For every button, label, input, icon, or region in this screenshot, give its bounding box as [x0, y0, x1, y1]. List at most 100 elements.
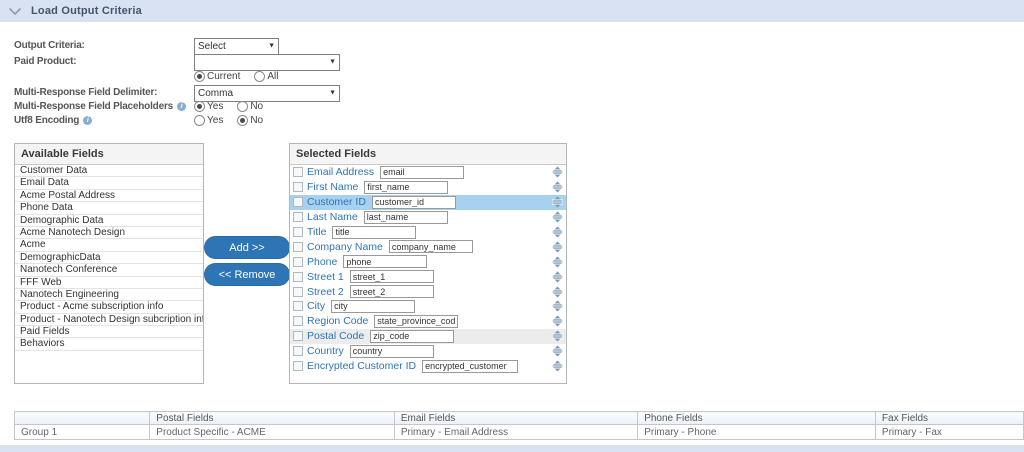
- reorder-diamond-icon[interactable]: [552, 227, 563, 238]
- field-checkbox[interactable]: [293, 227, 303, 237]
- radio-all[interactable]: [254, 71, 265, 82]
- available-field-item[interactable]: Acme Postal Address: [15, 190, 203, 202]
- available-field-item[interactable]: Acme: [15, 239, 203, 251]
- field-label[interactable]: Email Address: [307, 166, 374, 178]
- selected-field-row[interactable]: Email Address: [290, 165, 566, 180]
- reorder-diamond-icon[interactable]: [552, 212, 563, 223]
- field-output-name-input[interactable]: [364, 211, 448, 224]
- selected-field-row[interactable]: Company Name: [290, 239, 566, 254]
- reorder-diamond-icon[interactable]: [552, 182, 563, 193]
- field-label[interactable]: Customer ID: [307, 196, 366, 208]
- selected-field-row[interactable]: Title: [290, 225, 566, 240]
- field-label[interactable]: Country: [307, 345, 344, 357]
- radio-option-yes[interactable]: Yes: [194, 101, 223, 112]
- add-button[interactable]: Add >>: [204, 236, 290, 259]
- radio-option-yes[interactable]: Yes: [194, 115, 223, 126]
- field-output-name-input[interactable]: [332, 226, 416, 239]
- reorder-diamond-icon[interactable]: [552, 167, 563, 178]
- available-field-item[interactable]: Product - Nanotech Design subcription in…: [15, 314, 203, 326]
- field-label[interactable]: Title: [307, 226, 326, 238]
- field-label[interactable]: Encrypted Customer ID: [307, 360, 416, 372]
- field-label[interactable]: Region Code: [307, 315, 368, 327]
- reorder-diamond-icon[interactable]: [552, 271, 563, 282]
- radio-current[interactable]: [194, 71, 205, 82]
- available-field-item[interactable]: Acme Nanotech Design: [15, 227, 203, 239]
- available-field-item[interactable]: Product - Acme subscription info: [15, 301, 203, 313]
- field-checkbox[interactable]: [293, 257, 303, 267]
- info-icon[interactable]: i: [177, 102, 186, 111]
- field-output-name-input[interactable]: [343, 255, 427, 268]
- selected-field-row[interactable]: Street 2: [290, 284, 566, 299]
- available-field-item[interactable]: FFF Web: [15, 277, 203, 289]
- available-field-item[interactable]: Behaviors: [15, 338, 203, 350]
- field-checkbox[interactable]: [293, 346, 303, 356]
- field-output-name-input[interactable]: [364, 181, 448, 194]
- field-label[interactable]: Street 1: [307, 271, 344, 283]
- field-checkbox[interactable]: [293, 197, 303, 207]
- available-field-item[interactable]: Customer Data: [15, 165, 203, 177]
- reorder-diamond-icon[interactable]: [552, 256, 563, 267]
- field-label[interactable]: Phone: [307, 256, 337, 268]
- field-output-name-input[interactable]: [374, 315, 458, 328]
- field-output-name-input[interactable]: [372, 196, 456, 209]
- field-output-name-input[interactable]: [331, 300, 415, 313]
- available-field-item[interactable]: Email Data: [15, 177, 203, 189]
- available-field-item[interactable]: Phone Data: [15, 202, 203, 214]
- selected-field-row[interactable]: Postal Code: [290, 329, 566, 344]
- reorder-diamond-icon[interactable]: [552, 346, 563, 357]
- radio-yes[interactable]: [194, 115, 205, 126]
- field-checkbox[interactable]: [293, 242, 303, 252]
- selected-field-row[interactable]: City: [290, 299, 566, 314]
- field-checkbox[interactable]: [293, 287, 303, 297]
- paid-product-select[interactable]: [194, 54, 340, 71]
- field-label[interactable]: Last Name: [307, 211, 358, 223]
- selected-field-row[interactable]: Phone: [290, 254, 566, 269]
- field-label[interactable]: First Name: [307, 181, 358, 193]
- field-output-name-input[interactable]: [350, 285, 434, 298]
- field-output-name-input[interactable]: [350, 345, 434, 358]
- field-output-name-input[interactable]: [350, 270, 434, 283]
- selected-field-row[interactable]: Last Name: [290, 210, 566, 225]
- field-label[interactable]: Street 2: [307, 286, 344, 298]
- field-checkbox[interactable]: [293, 182, 303, 192]
- field-output-name-input[interactable]: [380, 166, 464, 179]
- field-checkbox[interactable]: [293, 167, 303, 177]
- next-section-bar[interactable]: [0, 445, 1024, 452]
- field-label[interactable]: City: [307, 300, 325, 312]
- info-icon[interactable]: i: [83, 116, 92, 125]
- radio-option-all[interactable]: All: [254, 71, 278, 82]
- available-field-item[interactable]: DemographicData: [15, 252, 203, 264]
- reorder-diamond-icon[interactable]: [552, 286, 563, 297]
- radio-option-no[interactable]: No: [237, 101, 263, 112]
- reorder-diamond-icon[interactable]: [552, 331, 563, 342]
- reorder-diamond-icon[interactable]: [552, 316, 563, 327]
- radio-option-current[interactable]: Current: [194, 71, 240, 82]
- field-output-name-input[interactable]: [370, 330, 454, 343]
- selected-field-row[interactable]: Region Code: [290, 314, 566, 329]
- selected-field-row[interactable]: Street 1: [290, 269, 566, 284]
- available-field-item[interactable]: Paid Fields: [15, 326, 203, 338]
- selected-field-row[interactable]: Customer ID: [290, 195, 566, 210]
- radio-no[interactable]: [237, 101, 248, 112]
- field-checkbox[interactable]: [293, 301, 303, 311]
- field-checkbox[interactable]: [293, 361, 303, 371]
- reorder-diamond-icon[interactable]: [552, 241, 563, 252]
- reorder-diamond-icon[interactable]: [552, 361, 563, 372]
- radio-no[interactable]: [237, 115, 248, 126]
- reorder-diamond-icon[interactable]: [552, 301, 563, 312]
- field-label[interactable]: Postal Code: [307, 330, 364, 342]
- reorder-diamond-icon[interactable]: [552, 197, 563, 208]
- field-output-name-input[interactable]: [389, 240, 473, 253]
- field-checkbox[interactable]: [293, 272, 303, 282]
- radio-option-no[interactable]: No: [237, 115, 263, 126]
- field-checkbox[interactable]: [293, 212, 303, 222]
- available-field-item[interactable]: Nanotech Conference: [15, 264, 203, 276]
- remove-button[interactable]: << Remove: [204, 263, 290, 286]
- accordion-header[interactable]: Load Output Criteria: [0, 0, 1024, 22]
- field-label[interactable]: Company Name: [307, 241, 383, 253]
- available-field-item[interactable]: Nanotech Engineering: [15, 289, 203, 301]
- radio-yes[interactable]: [194, 101, 205, 112]
- selected-field-row[interactable]: Country: [290, 344, 566, 359]
- selected-field-row[interactable]: First Name: [290, 180, 566, 195]
- field-checkbox[interactable]: [293, 316, 303, 326]
